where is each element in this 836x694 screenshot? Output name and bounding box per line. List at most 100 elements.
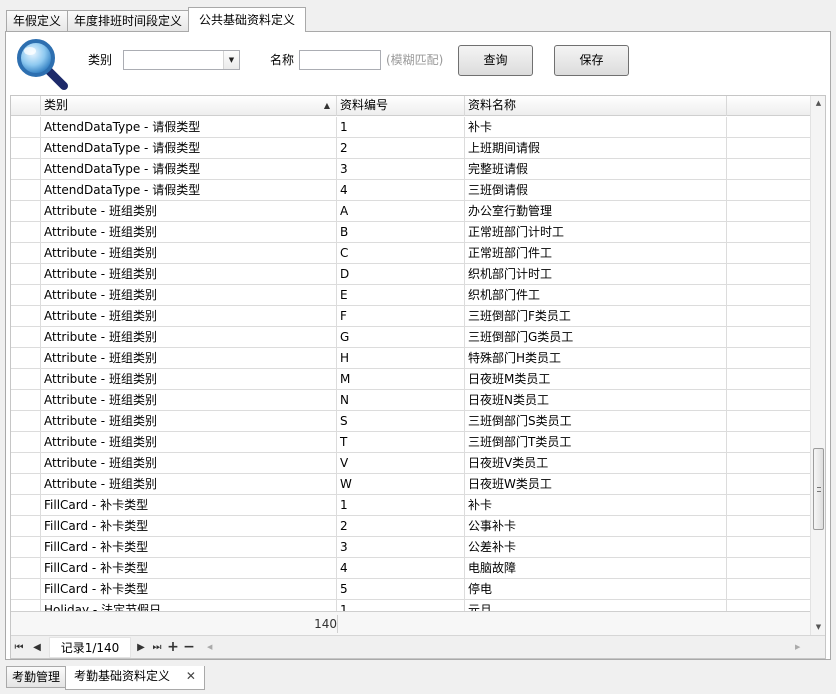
cell-code[interactable]: E [337,285,465,305]
cell-code[interactable]: 3 [337,537,465,557]
table-row[interactable]: AttendDataType - 请假类型 3 完整班请假 [11,159,811,180]
cell-code[interactable]: G [337,327,465,347]
cell-code[interactable]: 2 [337,138,465,158]
scroll-right-icon[interactable]: ▶ [795,636,809,658]
cell-category[interactable]: Holiday - 法定节假日 [41,600,337,611]
cell-code[interactable]: T [337,432,465,452]
cell-code[interactable]: 5 [337,579,465,599]
cell-category[interactable]: AttendDataType - 请假类型 [41,159,337,179]
table-row[interactable]: Attribute - 班组类别 F 三班倒部门F类员工 [11,306,811,327]
cell-category[interactable]: FillCard - 补卡类型 [41,516,337,536]
row-indicator[interactable] [11,117,41,137]
close-icon[interactable]: ✕ [186,669,196,683]
table-row[interactable]: Attribute - 班组类别 C 正常班部门件工 [11,243,811,264]
tab-annual-leave[interactable]: 年假定义 [6,10,69,32]
row-indicator[interactable] [11,327,41,347]
cell-code[interactable]: N [337,390,465,410]
table-row[interactable]: AttendDataType - 请假类型 4 三班倒请假 [11,180,811,201]
table-row[interactable]: FillCard - 补卡类型 3 公差补卡 [11,537,811,558]
cell-code[interactable]: H [337,348,465,368]
cell-name[interactable]: 织机部门件工 [465,285,727,305]
scroll-thumb[interactable] [813,448,824,530]
column-header-name[interactable]: 资料名称 [465,96,727,116]
cell-category[interactable]: FillCard - 补卡类型 [41,558,337,578]
cell-code[interactable]: C [337,243,465,263]
next-record-icon[interactable]: ▶ [135,636,147,658]
scroll-down-icon[interactable]: ▼ [811,620,825,635]
cell-name[interactable]: 补卡 [465,117,727,137]
cell-code[interactable]: 3 [337,159,465,179]
cell-category[interactable]: Attribute - 班组类别 [41,432,337,452]
cell-code[interactable]: 4 [337,558,465,578]
cell-category[interactable]: Attribute - 班组类别 [41,264,337,284]
column-header-category[interactable]: 类别 ▲ [41,96,337,116]
cell-name[interactable]: 三班倒部门F类员工 [465,306,727,326]
row-indicator[interactable] [11,348,41,368]
cell-code[interactable]: B [337,222,465,242]
row-indicator[interactable] [11,411,41,431]
table-row[interactable]: Attribute - 班组类别 D 织机部门计时工 [11,264,811,285]
table-row[interactable]: FillCard - 补卡类型 4 电脑故障 [11,558,811,579]
cell-name[interactable]: 日夜班W类员工 [465,474,727,494]
table-row[interactable]: FillCard - 补卡类型 1 补卡 [11,495,811,516]
row-indicator[interactable] [11,201,41,221]
table-row[interactable]: Attribute - 班组类别 H 特殊部门H类员工 [11,348,811,369]
cell-category[interactable]: FillCard - 补卡类型 [41,579,337,599]
tab-common-base-data[interactable]: 公共基础资料定义 [188,7,307,32]
table-row[interactable]: Attribute - 班组类别 V 日夜班V类员工 [11,453,811,474]
cell-code[interactable]: 1 [337,117,465,137]
row-indicator[interactable] [11,453,41,473]
cell-name[interactable]: 特殊部门H类员工 [465,348,727,368]
last-record-icon[interactable]: ⏭ [151,636,163,658]
cell-category[interactable]: Attribute - 班组类别 [41,285,337,305]
cell-name[interactable]: 日夜班N类员工 [465,390,727,410]
cell-category[interactable]: FillCard - 补卡类型 [41,495,337,515]
cell-name[interactable]: 补卡 [465,495,727,515]
cell-code[interactable]: F [337,306,465,326]
delete-record-icon[interactable]: − [183,636,195,658]
add-record-icon[interactable]: + [167,636,179,658]
cell-name[interactable]: 三班倒部门G类员工 [465,327,727,347]
table-row[interactable]: Holiday - 法定节假日 1 元旦 [11,600,811,611]
cell-name[interactable]: 完整班请假 [465,159,727,179]
cell-category[interactable]: Attribute - 班组类别 [41,201,337,221]
row-indicator[interactable] [11,495,41,515]
cell-category[interactable]: FillCard - 补卡类型 [41,537,337,557]
table-row[interactable]: Attribute - 班组类别 S 三班倒部门S类员工 [11,411,811,432]
cell-code[interactable]: M [337,369,465,389]
row-indicator[interactable] [11,159,41,179]
cell-code[interactable]: 2 [337,516,465,536]
prev-record-icon[interactable]: ◀ [31,636,43,658]
row-indicator[interactable] [11,180,41,200]
query-button[interactable]: 查询 [458,45,533,76]
cell-category[interactable]: Attribute - 班组类别 [41,327,337,347]
row-indicator[interactable] [11,306,41,326]
cell-category[interactable]: Attribute - 班组类别 [41,390,337,410]
row-indicator[interactable] [11,432,41,452]
cell-code[interactable]: 1 [337,495,465,515]
cell-code[interactable]: 4 [337,180,465,200]
table-row[interactable]: Attribute - 班组类别 M 日夜班M类员工 [11,369,811,390]
row-indicator[interactable] [11,579,41,599]
table-row[interactable]: Attribute - 班组类别 B 正常班部门计时工 [11,222,811,243]
cell-name[interactable]: 停电 [465,579,727,599]
cell-category[interactable]: Attribute - 班组类别 [41,306,337,326]
cell-code[interactable]: V [337,453,465,473]
tab-attendance-management[interactable]: 考勤管理 [6,666,67,688]
cell-category[interactable]: AttendDataType - 请假类型 [41,180,337,200]
row-indicator[interactable] [11,138,41,158]
cell-name[interactable]: 正常班部门计时工 [465,222,727,242]
tab-annual-shift-period[interactable]: 年度排班时间段定义 [67,10,190,32]
table-row[interactable]: AttendDataType - 请假类型 2 上班期间请假 [11,138,811,159]
scroll-left-icon[interactable]: ◀ [207,636,212,658]
vertical-scrollbar[interactable]: ▲ ▼ [810,96,825,635]
row-indicator[interactable] [11,600,41,611]
row-indicator[interactable] [11,264,41,284]
table-row[interactable]: Attribute - 班组类别 T 三班倒部门T类员工 [11,432,811,453]
cell-category[interactable]: AttendDataType - 请假类型 [41,117,337,137]
table-row[interactable]: Attribute - 班组类别 E 织机部门件工 [11,285,811,306]
cell-name[interactable]: 上班期间请假 [465,138,727,158]
cell-name[interactable]: 办公室行勤管理 [465,201,727,221]
cell-name[interactable]: 日夜班M类员工 [465,369,727,389]
table-row[interactable]: Attribute - 班组类别 G 三班倒部门G类员工 [11,327,811,348]
